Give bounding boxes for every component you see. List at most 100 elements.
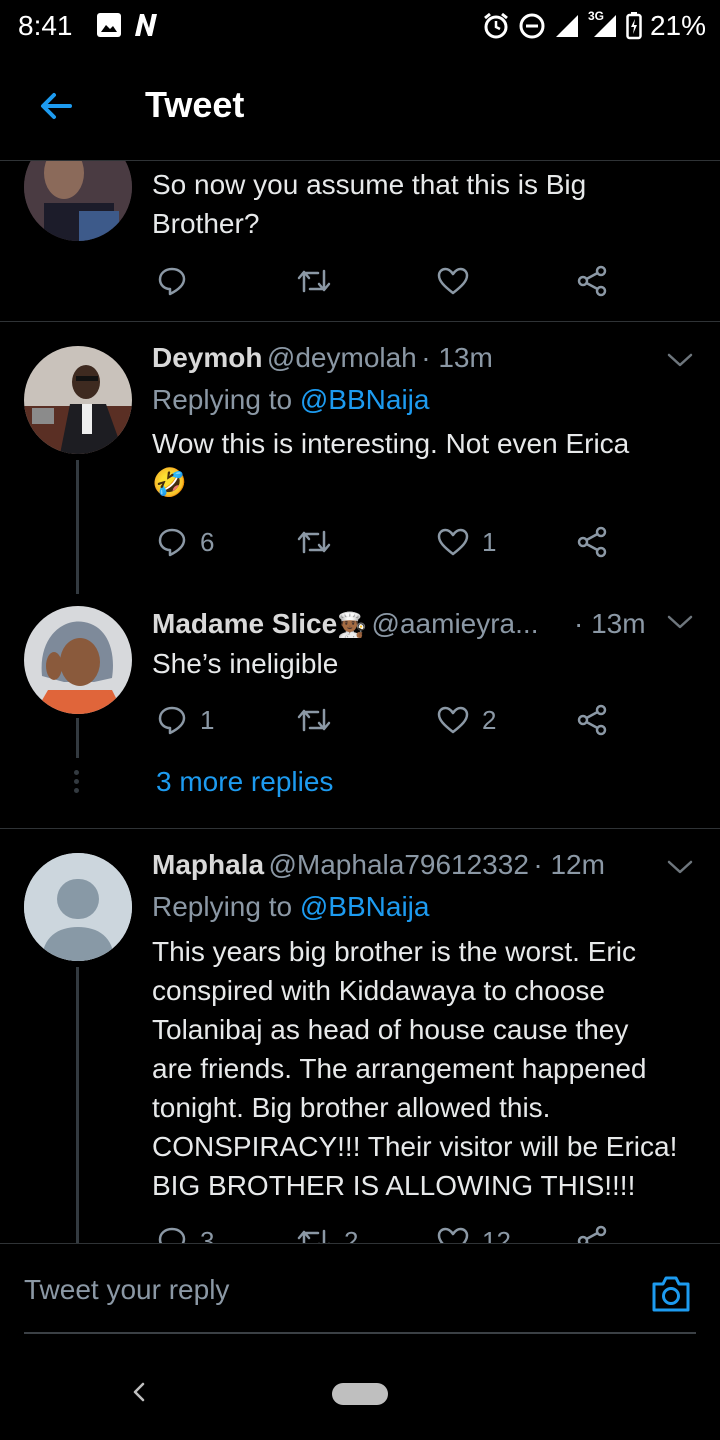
tweet-text-line: Tolanibaj as head of house cause they [152, 1014, 629, 1045]
like-action[interactable]: 2 [436, 704, 576, 736]
tweet-text-line: CONSPIRACY!!! Their visitor will be Eric… [152, 1131, 678, 1162]
more-replies-link[interactable]: 3 more replies [156, 766, 333, 798]
heart-icon [437, 1227, 469, 1243]
replying-to-handle[interactable]: @BBNaija [300, 384, 430, 415]
replying-to: Replying to @BBNaija [152, 891, 429, 923]
chevron-down-icon[interactable] [667, 859, 693, 875]
reply-action[interactable]: 1 [156, 704, 296, 736]
retweet-icon [297, 269, 331, 293]
author-name[interactable]: Maphala [152, 849, 264, 880]
retweet-action[interactable] [296, 265, 436, 297]
avatar[interactable] [24, 606, 132, 714]
author-handle[interactable]: @deymolah [267, 342, 417, 373]
avatar-image [24, 606, 132, 714]
retweet-action[interactable]: 2 [296, 1225, 436, 1243]
status-bar: 8:41 3G 21% [0, 0, 720, 50]
tweet-item[interactable]: So now you assume that this is Big Broth… [0, 161, 720, 321]
retweet-count: 2 [344, 1225, 359, 1244]
tweet-text-line: conspired with Kiddawaya to choose [152, 975, 605, 1006]
chevron-down-icon[interactable] [667, 352, 693, 368]
share-icon [577, 265, 607, 297]
heart-icon [437, 706, 469, 734]
tweet-text-line: are friends. The arrangement happened [152, 1053, 647, 1084]
retweet-icon [297, 1229, 330, 1243]
tweet-actions [156, 265, 608, 297]
battery-icon [626, 12, 642, 40]
like-count: 2 [482, 704, 497, 735]
image-notification-icon [97, 13, 121, 37]
system-nav-bar [0, 1345, 720, 1440]
tweet-text-line: BIG BROTHER IS ALLOWING THIS!!!! [152, 1170, 636, 1201]
notification-icons [96, 12, 160, 38]
author-handle[interactable]: @Maphala79612332 [268, 849, 528, 880]
like-action[interactable] [436, 265, 576, 297]
battery-percent: 21% [649, 10, 706, 41]
retweet-action[interactable] [296, 526, 436, 558]
thread-line [76, 460, 79, 594]
like-action[interactable]: 1 [436, 526, 576, 558]
share-action[interactable] [576, 526, 608, 558]
tweet-time: · 13m [421, 342, 493, 373]
replying-to-label: Replying to [152, 891, 293, 922]
tweet-actions: 3 2 12 [156, 1225, 608, 1243]
camera-icon[interactable] [650, 1274, 692, 1314]
author-name[interactable]: Deymoh [152, 342, 262, 373]
thread-dots [74, 770, 80, 793]
network-type: 3G [587, 9, 604, 23]
do-not-disturb-icon [519, 13, 545, 39]
tweet-text-line: This years big brother is the worst. Eri… [152, 936, 636, 967]
reply-input-underline [24, 1332, 696, 1334]
back-arrow-icon[interactable] [36, 86, 76, 126]
tweet-text-line: Wow this is interesting. Not even Erica [152, 428, 630, 459]
reply-icon [158, 528, 186, 557]
share-action[interactable] [576, 704, 608, 736]
tweet-text: She’s ineligible [152, 648, 339, 679]
like-count: 1 [482, 526, 497, 557]
reply-action[interactable]: 3 [156, 1225, 296, 1243]
nav-back-icon[interactable] [128, 1381, 150, 1403]
replying-to: Replying to @BBNaija [152, 384, 429, 416]
tweet-actions: 6 1 [156, 526, 608, 558]
tweet-actions: 1 2 [156, 704, 608, 736]
signal-icon [555, 15, 578, 37]
like-count: 12 [482, 1225, 511, 1244]
avatar[interactable] [24, 346, 132, 454]
share-action[interactable] [576, 1225, 608, 1243]
reply-icon [158, 706, 186, 735]
tweet-time: · 13m [574, 608, 646, 639]
nav-home-pill[interactable] [332, 1383, 388, 1405]
tweet-item[interactable]: Madame Slice👨🏾‍🍳 @aamieyra... · 13m She’… [0, 594, 720, 828]
thread-line [76, 718, 79, 758]
status-right: 3G 21% [482, 9, 706, 42]
tweet-text: So now you assume that this is Big Broth… [152, 165, 586, 243]
replying-to-handle[interactable]: @BBNaija [300, 891, 430, 922]
avatar[interactable] [24, 853, 132, 961]
reply-icon [158, 1227, 186, 1243]
avatar[interactable] [24, 161, 132, 241]
avatar-image [24, 346, 132, 454]
tweet-text-line: tonight. Big brother allowed this. [152, 1092, 551, 1123]
heart-icon [437, 267, 469, 295]
tweet-text: This years big brother is the worst. Eri… [152, 932, 677, 1205]
laughing-emoji: 🤣 [152, 467, 187, 498]
tweet-text-line: So now you assume that this is Big [152, 169, 587, 200]
reply-count: 1 [200, 704, 215, 735]
like-action[interactable]: 12 [436, 1225, 576, 1243]
reply-input[interactable]: Tweet your reply [24, 1274, 229, 1306]
tweet-item[interactable]: Deymoh @deymolah · 13m Replying to @BBNa… [0, 322, 720, 594]
replying-to-label: Replying to [152, 384, 293, 415]
reply-icon [158, 267, 186, 296]
chevron-down-icon[interactable] [667, 614, 693, 630]
signal-3g-icon: 3G [588, 9, 618, 39]
reply-action[interactable]: 6 [156, 526, 296, 558]
tweet-item[interactable]: Maphala @Maphala79612332 · 12m Replying … [0, 829, 720, 1243]
page-title: Tweet [145, 84, 245, 125]
share-icon [577, 704, 607, 736]
heart-icon [437, 528, 469, 556]
share-action[interactable] [576, 265, 608, 297]
retweet-action[interactable] [296, 704, 436, 736]
author-handle[interactable]: @aamieyra... [372, 608, 539, 639]
author-name[interactable]: Madame Slice [152, 608, 337, 639]
reply-action[interactable] [156, 265, 296, 297]
retweet-icon [297, 530, 331, 554]
